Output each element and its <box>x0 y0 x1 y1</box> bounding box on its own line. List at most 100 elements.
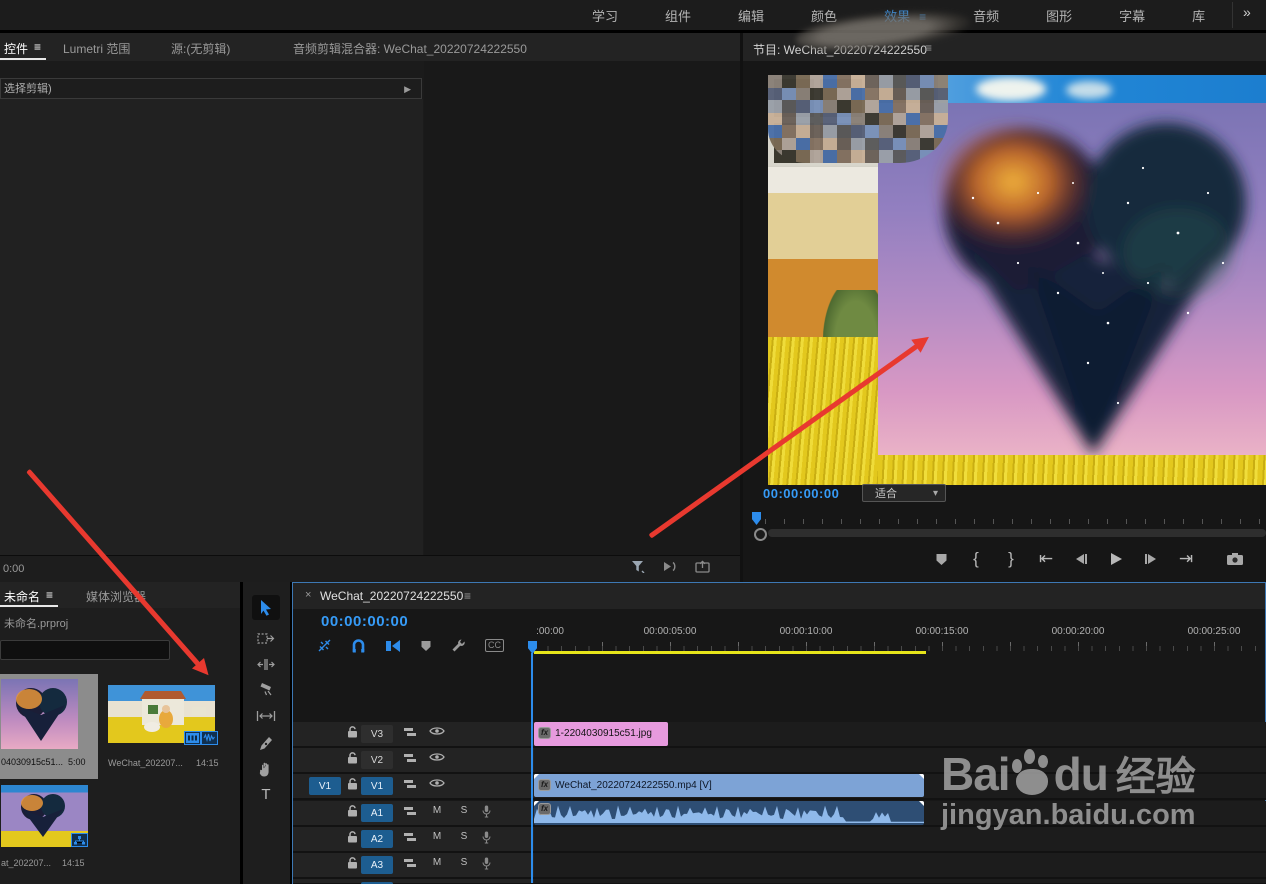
track-name-chip[interactable]: A2 <box>361 830 393 848</box>
track-content-v3[interactable]: fx 1-2204030915c51.jpg <box>534 722 1266 748</box>
lock-icon[interactable] <box>347 778 358 790</box>
track-header-v3[interactable]: V3 <box>293 722 534 748</box>
mute-button[interactable]: M <box>430 831 444 842</box>
workspace-tab-audio[interactable]: 音频 <box>973 6 999 25</box>
work-area-bar[interactable] <box>534 651 926 654</box>
add-marker-icon[interactable] <box>931 549 951 569</box>
captions-icon[interactable]: CC <box>485 639 504 652</box>
add-marker-icon[interactable] <box>420 640 432 652</box>
eye-icon[interactable] <box>429 726 445 736</box>
mic-icon[interactable] <box>482 805 491 818</box>
step-forward-icon[interactable] <box>1141 549 1161 569</box>
project-item-still-selected[interactable]: 04030915c51... 5:00 <box>0 674 98 779</box>
tab-lumetri-scopes[interactable]: Lumetri 范围 <box>63 40 130 57</box>
source-patch-chip[interactable]: V1 <box>309 777 341 795</box>
linked-selection-icon[interactable] <box>385 639 401 653</box>
razor-tool[interactable] <box>252 678 280 700</box>
track-header-v2[interactable]: V2 <box>293 748 534 774</box>
track-header-a3[interactable]: A3 M S <box>293 853 534 879</box>
lock-icon[interactable] <box>347 752 358 764</box>
workspace-tab-learning[interactable]: 学习 <box>592 6 618 25</box>
step-back-icon[interactable] <box>1071 549 1091 569</box>
type-tool[interactable]: T <box>252 783 280 805</box>
pen-tool[interactable] <box>252 732 280 754</box>
mute-button[interactable]: M <box>430 857 444 868</box>
timeline-timecode[interactable]: 00:00:00:00 <box>321 613 408 630</box>
sync-lock-icon[interactable] <box>403 805 417 817</box>
still-thumbnail[interactable] <box>1 679 78 749</box>
sync-lock-icon[interactable] <box>403 726 417 738</box>
eye-icon[interactable] <box>429 752 445 762</box>
program-mini-ruler[interactable] <box>765 512 1266 524</box>
project-panel-menu-icon[interactable]: ≡ <box>46 588 53 602</box>
tab-source-monitor[interactable]: 源:(无剪辑) <box>171 40 230 57</box>
lock-icon[interactable] <box>347 831 358 843</box>
expand-arrow-icon[interactable]: ▶ <box>404 79 411 100</box>
workspace-tab-components[interactable]: 组件 <box>665 6 691 25</box>
program-panel-menu-icon[interactable]: ≡ <box>925 41 932 55</box>
selection-tool-active[interactable] <box>252 595 280 620</box>
program-timecode[interactable]: 00:00:00:00 <box>763 486 839 501</box>
sync-lock-icon[interactable] <box>403 778 417 790</box>
play-around-icon[interactable] <box>662 560 678 573</box>
track-content-a4[interactable] <box>534 879 1266 884</box>
clip-video[interactable]: fx WeChat_20220724222550.mp4 [V] <box>534 774 924 797</box>
track-select-forward-tool[interactable] <box>252 627 280 649</box>
lock-icon[interactable] <box>347 857 358 869</box>
track-name-chip[interactable]: V3 <box>361 725 393 743</box>
workspace-tab-captions[interactable]: 字幕 <box>1119 6 1145 25</box>
track-name-chip[interactable]: V2 <box>361 751 393 769</box>
panel-menu-icon[interactable]: ≡ <box>34 40 41 54</box>
mic-icon[interactable] <box>482 857 491 870</box>
solo-button[interactable]: S <box>457 857 471 868</box>
track-content-a3[interactable] <box>534 853 1266 879</box>
export-frame-button-icon[interactable] <box>1225 549 1245 569</box>
timeline-ruler[interactable]: :00:00 00:00:05:00 00:00:10:00 00:00:15:… <box>534 621 1266 653</box>
sync-lock-icon[interactable] <box>403 831 417 843</box>
lock-icon[interactable] <box>347 805 358 817</box>
workspace-tab-editing[interactable]: 编辑 <box>738 6 764 25</box>
eye-icon[interactable] <box>429 778 445 788</box>
export-frame-icon[interactable] <box>695 560 710 573</box>
hand-tool[interactable] <box>252 758 280 780</box>
sync-lock-icon[interactable] <box>403 752 417 764</box>
sync-lock-icon[interactable] <box>403 857 417 869</box>
go-to-in-icon[interactable]: ⇤ <box>1036 549 1056 569</box>
timeline-panel-menu-icon[interactable]: ≡ <box>464 589 471 603</box>
tab-audio-clip-mixer[interactable]: 音频剪辑混合器: WeChat_20220724222550 <box>293 40 527 57</box>
project-search-input[interactable] <box>0 640 170 660</box>
track-header-a1[interactable]: A1 M S <box>293 801 534 827</box>
program-scrub-handle[interactable] <box>754 528 767 541</box>
mic-icon[interactable] <box>482 831 491 844</box>
filter-icon[interactable] <box>631 560 645 573</box>
tab-project[interactable]: 未命名 <box>4 588 40 605</box>
nest-sequence-icon[interactable] <box>317 638 332 653</box>
track-header-a2[interactable]: A2 M S <box>293 827 534 853</box>
mark-in-icon[interactable]: { <box>966 549 986 569</box>
close-icon[interactable]: × <box>305 589 311 601</box>
program-playhead[interactable] <box>752 512 761 525</box>
play-icon[interactable] <box>1106 549 1126 569</box>
snap-magnet-icon[interactable] <box>351 638 366 653</box>
go-to-out-icon[interactable]: ⇥ <box>1176 549 1196 569</box>
solo-button[interactable]: S <box>457 831 471 842</box>
track-name-chip[interactable]: A3 <box>361 856 393 874</box>
workspace-tab-libraries[interactable]: 库 <box>1192 6 1205 25</box>
lock-icon[interactable] <box>347 726 358 738</box>
clip-audio[interactable]: fx <box>534 801 924 825</box>
tab-effect-controls[interactable]: 控件 <box>4 40 28 57</box>
track-header-a4[interactable] <box>293 879 534 884</box>
ripple-edit-tool[interactable] <box>252 653 280 675</box>
workspace-tab-graphics[interactable]: 图形 <box>1046 6 1072 25</box>
slip-tool[interactable] <box>252 705 280 727</box>
mark-out-icon[interactable]: } <box>1001 549 1021 569</box>
timeline-settings-wrench-icon[interactable] <box>451 638 466 653</box>
track-name-chip[interactable]: A1 <box>361 804 393 822</box>
zoom-level-select[interactable]: 适合 ▾ <box>862 484 946 502</box>
solo-button[interactable]: S <box>457 805 471 816</box>
clip-still-image[interactable]: fx 1-2204030915c51.jpg <box>534 722 668 746</box>
program-scrollbar[interactable] <box>768 529 1266 537</box>
sequence-tab-label[interactable]: WeChat_20220724222550 <box>320 589 463 603</box>
overflow-chevron-icon[interactable]: » <box>1243 4 1251 20</box>
track-name-chip[interactable]: V1 <box>361 777 393 795</box>
